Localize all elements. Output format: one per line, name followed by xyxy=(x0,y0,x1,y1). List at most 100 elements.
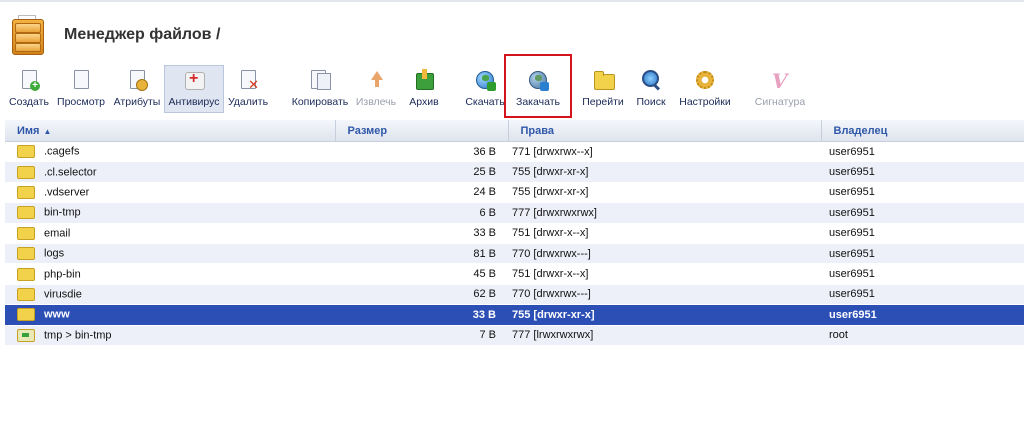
search-button[interactable]: Поиск xyxy=(634,66,668,112)
cell-name[interactable]: virusdie xyxy=(5,284,335,306)
cell-name[interactable]: email xyxy=(5,223,335,244)
table-row[interactable]: bin-tmp 6 B 777 [drwxrwxrwx] user6951 xyxy=(5,202,1024,224)
table-row[interactable]: .cl.selector 25 B 755 [drwxr-xr-x] user6951 xyxy=(5,161,1024,183)
cell-size: 81 B xyxy=(335,243,508,265)
cell-owner: user6951 xyxy=(821,284,1024,306)
cell-owner: user6951 xyxy=(821,182,1024,204)
download-icon xyxy=(474,69,496,91)
table-row[interactable]: php-bin 45 B 751 [drwxr-x--x] user6951 xyxy=(5,263,1024,285)
file-name[interactable]: www xyxy=(44,309,70,321)
cell-perms: 770 [drwxrwx---] xyxy=(508,243,821,265)
cell-name[interactable]: php-bin xyxy=(5,263,335,285)
cell-owner: user6951 xyxy=(821,141,1024,163)
copy-icon xyxy=(309,69,331,91)
copy-button[interactable]: Копировать xyxy=(290,66,350,112)
table-row[interactable]: virusdie 62 B 770 [drwxrwx---] user6951 xyxy=(5,284,1024,306)
download-button[interactable]: Скачать xyxy=(463,66,507,112)
top-border xyxy=(0,0,1024,2)
file-name[interactable]: virusdie xyxy=(44,288,82,300)
file-name[interactable]: tmp > bin-tmp xyxy=(44,329,112,341)
cell-perms: 777 [drwxrwxrwx] xyxy=(508,202,821,224)
cell-owner: root xyxy=(821,325,1024,346)
cell-perms: 777 [lrwxrwxrwx] xyxy=(508,325,821,346)
file-name[interactable]: php-bin xyxy=(44,268,81,280)
cell-perms: 751 [drwxr-x--x] xyxy=(508,263,821,285)
cell-size: 33 B xyxy=(335,223,508,244)
file-name[interactable]: logs xyxy=(44,248,64,260)
table-row[interactable]: .cagefs 36 B 771 [drwxrwx--x] user6951 xyxy=(5,141,1024,163)
cell-name[interactable]: .cl.selector xyxy=(5,161,335,183)
archive-button[interactable]: Архив xyxy=(404,66,444,112)
page-header: Менеджер файлов / xyxy=(10,14,220,56)
cell-name[interactable]: logs xyxy=(5,243,335,265)
antivirus-button[interactable]: Антивирус xyxy=(164,65,224,113)
cell-perms: 751 [drwxr-x--x] xyxy=(508,223,821,244)
cell-owner: user6951 xyxy=(821,304,1024,326)
search-icon xyxy=(640,69,662,91)
delete-button[interactable]: ✕ Удалить xyxy=(225,66,271,112)
folder-icon xyxy=(17,287,35,301)
column-header-name[interactable]: Имя ▲ xyxy=(5,120,336,142)
cell-owner: user6951 xyxy=(821,161,1024,183)
cell-perms: 755 [drwxr-xr-x] xyxy=(508,304,821,326)
signature-icon: V xyxy=(772,69,788,93)
table-row[interactable]: email 33 B 751 [drwxr-x--x] user6951 xyxy=(5,223,1024,244)
attributes-button[interactable]: Атрибуты xyxy=(111,66,163,112)
settings-icon xyxy=(694,69,716,91)
cell-owner: user6951 xyxy=(821,263,1024,285)
folder-icon xyxy=(17,267,35,281)
file-name[interactable]: bin-tmp xyxy=(44,207,81,219)
cell-name[interactable]: tmp > bin-tmp xyxy=(5,325,335,346)
cell-size: 25 B xyxy=(335,161,508,183)
column-header-perms[interactable]: Права xyxy=(508,120,822,142)
cell-perms: 771 [drwxrwx--x] xyxy=(508,141,821,163)
table-row[interactable]: .vdserver 24 B 755 [drwxr-xr-x] user6951 xyxy=(5,182,1024,204)
folder-icon xyxy=(17,165,35,179)
file-cabinet-icon xyxy=(10,15,46,55)
file-name[interactable]: email xyxy=(44,227,70,239)
extract-icon xyxy=(365,69,387,91)
view-icon xyxy=(70,69,92,91)
attributes-icon xyxy=(126,69,148,91)
cell-name[interactable]: .vdserver xyxy=(5,182,335,204)
column-header-owner[interactable]: Владелец xyxy=(821,120,1024,142)
archive-icon xyxy=(413,69,435,91)
folder-icon xyxy=(17,308,35,322)
settings-button[interactable]: Настройки xyxy=(677,66,733,112)
create-button[interactable]: + Создать xyxy=(6,66,52,112)
table-row[interactable]: www 33 B 755 [drwxr-xr-x] user6951 xyxy=(5,304,1024,326)
cell-perms: 770 [drwxrwx---] xyxy=(508,284,821,306)
file-name[interactable]: .cagefs xyxy=(44,146,79,158)
table-row[interactable]: logs 81 B 770 [drwxrwx---] user6951 xyxy=(5,243,1024,265)
go-button[interactable]: Перейти xyxy=(580,66,626,112)
folder-icon xyxy=(17,185,35,199)
antivirus-icon xyxy=(183,69,205,91)
page-title: Менеджер файлов / xyxy=(64,26,221,43)
cell-size: 62 B xyxy=(335,284,508,306)
cell-size: 6 B xyxy=(335,202,508,224)
cell-name[interactable]: .cagefs xyxy=(5,141,335,163)
table-row[interactable]: tmp > bin-tmp 7 B 777 [lrwxrwxrwx] root xyxy=(5,325,1024,346)
folder-icon xyxy=(17,206,35,220)
cell-size: 45 B xyxy=(335,263,508,285)
cell-perms: 755 [drwxr-xr-x] xyxy=(508,182,821,204)
cell-name[interactable]: bin-tmp xyxy=(5,202,335,224)
extract-button[interactable]: Извлечь xyxy=(353,66,399,112)
cell-name[interactable]: www xyxy=(5,304,335,326)
column-header-size[interactable]: Размер xyxy=(335,120,509,142)
cell-perms: 755 [drwxr-xr-x] xyxy=(508,161,821,183)
file-name[interactable]: .cl.selector xyxy=(44,166,97,178)
file-name[interactable]: .vdserver xyxy=(44,186,89,198)
sort-asc-icon: ▲ xyxy=(43,126,52,136)
folder-link-icon xyxy=(17,328,35,342)
folder-icon xyxy=(592,69,615,91)
cell-owner: user6951 xyxy=(821,243,1024,265)
cell-size: 24 B xyxy=(335,182,508,204)
cell-owner: user6951 xyxy=(821,202,1024,224)
cell-size: 33 B xyxy=(335,304,508,326)
view-button[interactable]: Просмотр xyxy=(55,66,107,112)
cell-owner: user6951 xyxy=(821,223,1024,244)
folder-icon xyxy=(17,226,35,240)
file-table: Имя ▲ Размер Права Владелец .cagefs 36 B 77… xyxy=(5,120,1024,346)
signature-button[interactable]: V Сигнатура xyxy=(751,66,809,112)
